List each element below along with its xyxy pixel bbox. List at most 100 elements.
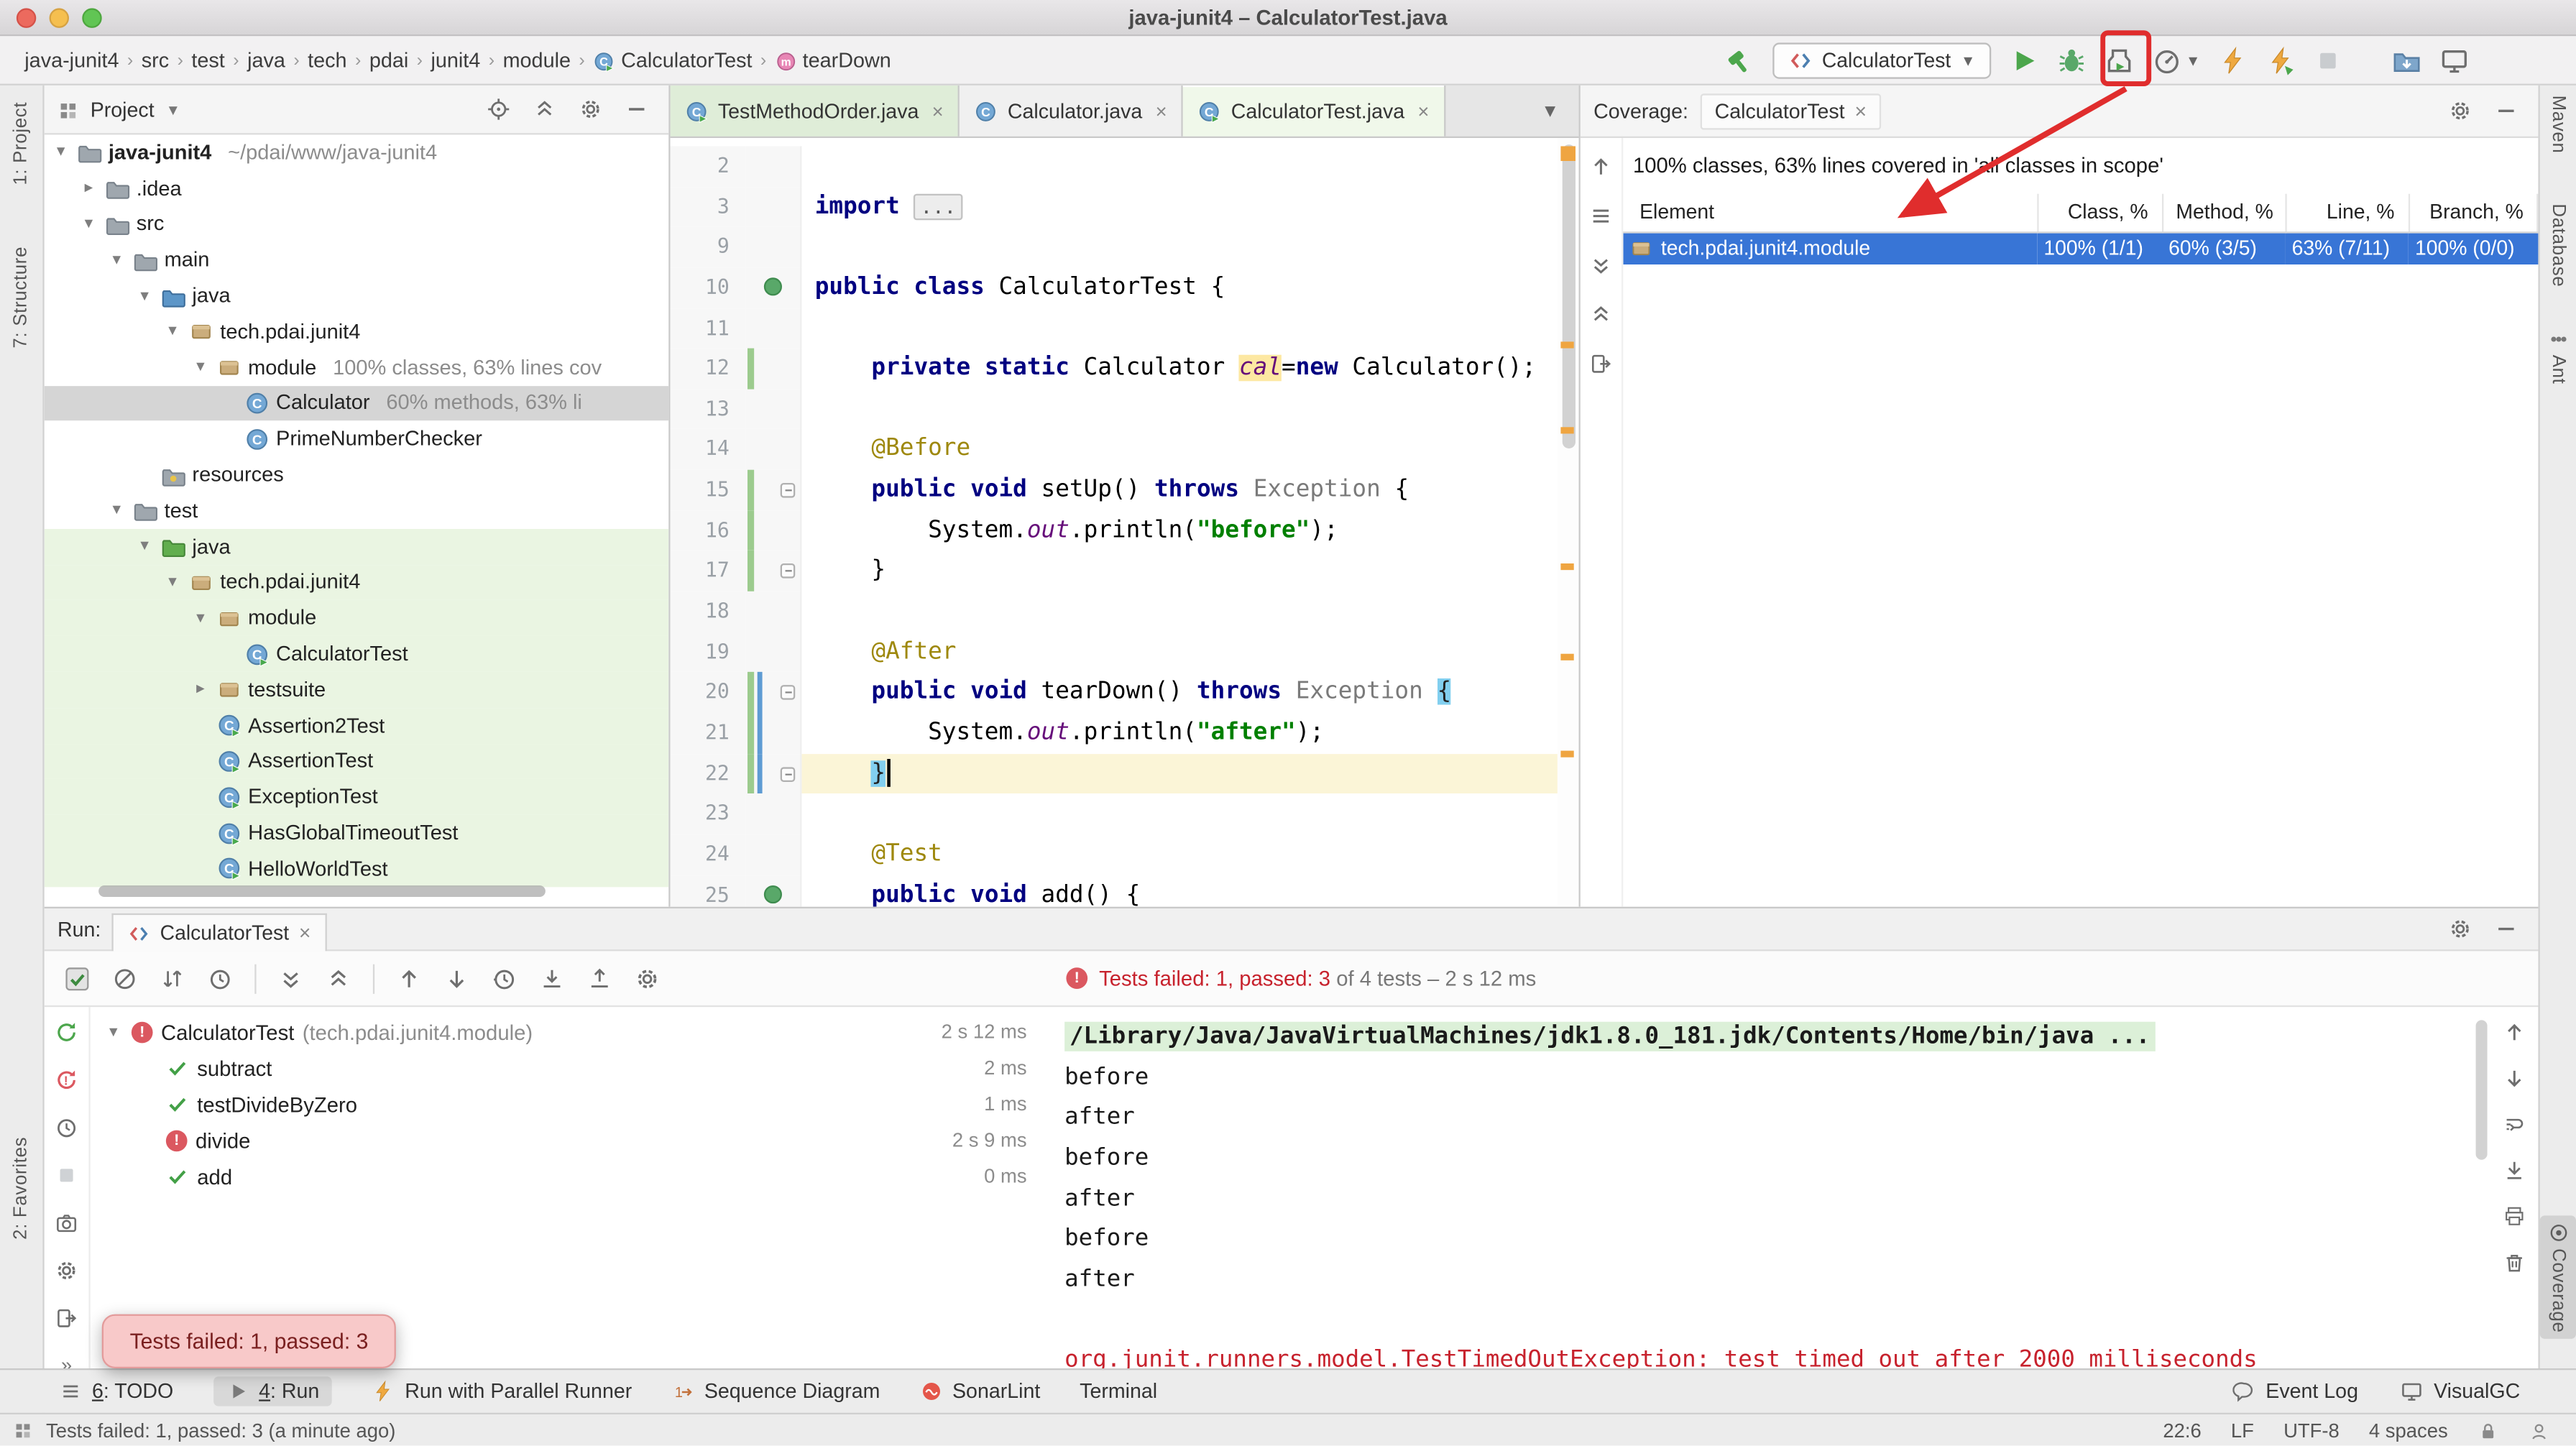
export-test-results-button[interactable]: [586, 965, 613, 992]
line-number[interactable]: 25: [671, 875, 746, 906]
toolbar-item-visualgc[interactable]: VisualGC: [2401, 1380, 2520, 1403]
test-result-row[interactable]: ▾!CalculatorTest (tech.pdai.junit4.modul…: [91, 1013, 1044, 1049]
coverage-settings-button[interactable]: [2448, 98, 2472, 123]
fold-marker[interactable]: [781, 686, 796, 701]
code-line[interactable]: 11: [671, 308, 1579, 349]
inspections-icon[interactable]: [2529, 1419, 2550, 1442]
project-settings-button[interactable]: [579, 97, 603, 121]
fold-marker[interactable]: [781, 564, 796, 579]
breadcrumb-item[interactable]: CCalculatorTest: [588, 50, 757, 73]
collapse-all-button[interactable]: [533, 97, 557, 121]
lock-icon[interactable]: [2478, 1419, 2499, 1442]
rerun-failed-tests-button[interactable]: !: [54, 1068, 78, 1092]
chevron-down-icon[interactable]: ▾: [134, 287, 154, 305]
code-line[interactable]: 23: [671, 794, 1579, 834]
profiler-button[interactable]: ▼: [2153, 46, 2200, 75]
debug-button[interactable]: [2058, 46, 2087, 75]
tabs-dropdown-button[interactable]: ▼: [1522, 101, 1579, 121]
more-options-button[interactable]: »: [61, 1353, 72, 1368]
line-number[interactable]: 21: [671, 713, 746, 753]
line-number[interactable]: 11: [671, 308, 746, 349]
line-number[interactable]: 15: [671, 470, 746, 510]
chevron-down-icon[interactable]: ▾: [104, 1023, 123, 1041]
show-ignored-toggle[interactable]: [111, 965, 138, 992]
tree-item[interactable]: ▾java: [45, 528, 669, 564]
scrollbar-thumb[interactable]: [1563, 144, 1576, 448]
code-line[interactable]: 13: [671, 389, 1579, 429]
line-number[interactable]: 12: [671, 349, 746, 389]
editor-tab[interactable]: CTestMethodOrder.java×: [671, 86, 960, 137]
run-with-parallel-runner-button[interactable]: [2219, 46, 2248, 75]
tree-item[interactable]: ▾module: [45, 600, 669, 636]
next-failed-test-button[interactable]: [443, 965, 470, 992]
update-project-button[interactable]: [2393, 46, 2422, 75]
tree-item[interactable]: ▾tech.pdai.junit4: [45, 314, 669, 350]
tree-item[interactable]: ▾module100% classes, 63% lines cov: [45, 349, 669, 385]
tree-item[interactable]: CExceptionTest: [45, 779, 669, 815]
coverage-tab[interactable]: CalculatorTest ×: [1700, 93, 1882, 129]
select-opened-file-button[interactable]: [487, 97, 511, 121]
chevron-down-icon[interactable]: ▾: [162, 323, 182, 341]
run-line-marker[interactable]: [764, 885, 782, 903]
tree-item[interactable]: CHelloWorldTest: [45, 851, 669, 887]
tree-item[interactable]: CCalculatorTest: [45, 636, 669, 672]
detach-button[interactable]: [54, 1306, 78, 1330]
chevron-down-icon[interactable]: ▾: [107, 251, 126, 269]
tree-item[interactable]: ▾test: [45, 493, 669, 529]
line-number[interactable]: 17: [671, 551, 746, 591]
run-tab[interactable]: CalculatorTest ×: [112, 913, 327, 951]
test-history-button[interactable]: [54, 1115, 78, 1140]
close-icon[interactable]: ×: [1854, 99, 1867, 122]
hide-coverage-button[interactable]: [2494, 98, 2518, 123]
coverage-column-header[interactable]: Class, %: [2037, 194, 2162, 232]
test-result-row[interactable]: subtract2 ms: [91, 1050, 1044, 1086]
chevron-down-icon[interactable]: ▾: [190, 609, 210, 627]
breadcrumb-item[interactable]: java: [242, 50, 290, 73]
line-number[interactable]: 2: [671, 146, 746, 186]
coverage-column-header[interactable]: Line, %: [2285, 194, 2408, 232]
print-console-button[interactable]: [2501, 1204, 2526, 1228]
hide-run-button[interactable]: [2494, 916, 2518, 941]
breadcrumb-item[interactable]: module: [498, 50, 576, 73]
stripe-button-ant[interactable]: Ant: [2540, 328, 2576, 384]
code-line[interactable]: 25 public void add() {: [671, 875, 1579, 906]
breadcrumb-item[interactable]: java-junit4: [19, 50, 124, 73]
chevron-down-icon[interactable]: ▾: [190, 359, 210, 377]
code-line[interactable]: 16 System.out.println("before");: [671, 510, 1579, 551]
line-number[interactable]: 18: [671, 591, 746, 632]
chevron-right-icon[interactable]: ▸: [79, 180, 98, 198]
breadcrumb-item[interactable]: src: [137, 50, 174, 73]
stripe-button-coverage[interactable]: Coverage: [2540, 1215, 2576, 1339]
chevron-down-icon[interactable]: ▾: [79, 215, 98, 233]
layout-settings-button[interactable]: [54, 1258, 78, 1283]
breadcrumb-item[interactable]: tech: [303, 50, 351, 73]
toolbar-item-todo[interactable]: 6: TODO: [59, 1380, 173, 1403]
line-number[interactable]: 10: [671, 267, 746, 308]
code-line[interactable]: 18: [671, 591, 1579, 632]
chevron-right-icon[interactable]: ▸: [190, 681, 210, 699]
close-icon[interactable]: ×: [1156, 99, 1167, 122]
toolbar-item-run[interactable]: 4: Run: [213, 1376, 333, 1406]
tree-item[interactable]: CAssertionTest: [45, 743, 669, 779]
console-output[interactable]: /Library/Java/JavaVirtualMachines/jdk1.8…: [1052, 1007, 2479, 1368]
code-line[interactable]: 24 @Test: [671, 834, 1579, 875]
stripe-button-maven[interactable]: Maven: [2540, 96, 2576, 154]
editor-tab[interactable]: CCalculator.java×: [960, 86, 1184, 137]
navigate-up-button[interactable]: [1588, 155, 1613, 179]
close-icon[interactable]: ×: [932, 99, 944, 122]
file-encoding[interactable]: UTF-8: [2283, 1419, 2340, 1442]
line-separator[interactable]: LF: [2231, 1419, 2254, 1442]
tree-item[interactable]: ▾main: [45, 242, 669, 278]
code-line[interactable]: 19 @After: [671, 632, 1579, 672]
stripe-button-database[interactable]: Database: [2540, 203, 2576, 287]
code-line[interactable]: 17 }: [671, 551, 1579, 591]
close-icon[interactable]: ×: [299, 921, 311, 944]
caret-position[interactable]: 22:6: [2163, 1419, 2201, 1442]
rerun-with-changes-button[interactable]: [2266, 46, 2296, 75]
breadcrumb-item[interactable]: test: [187, 50, 230, 73]
generate-coverage-report-button[interactable]: [1588, 351, 1613, 376]
coverage-row[interactable]: tech.pdai.junit4.module100% (1/1)60% (3/…: [1623, 231, 2537, 264]
indent-setting[interactable]: 4 spaces: [2369, 1419, 2448, 1442]
test-result-row[interactable]: !divide2 s 9 ms: [91, 1122, 1044, 1158]
scroll-up-button[interactable]: [2501, 1020, 2526, 1044]
